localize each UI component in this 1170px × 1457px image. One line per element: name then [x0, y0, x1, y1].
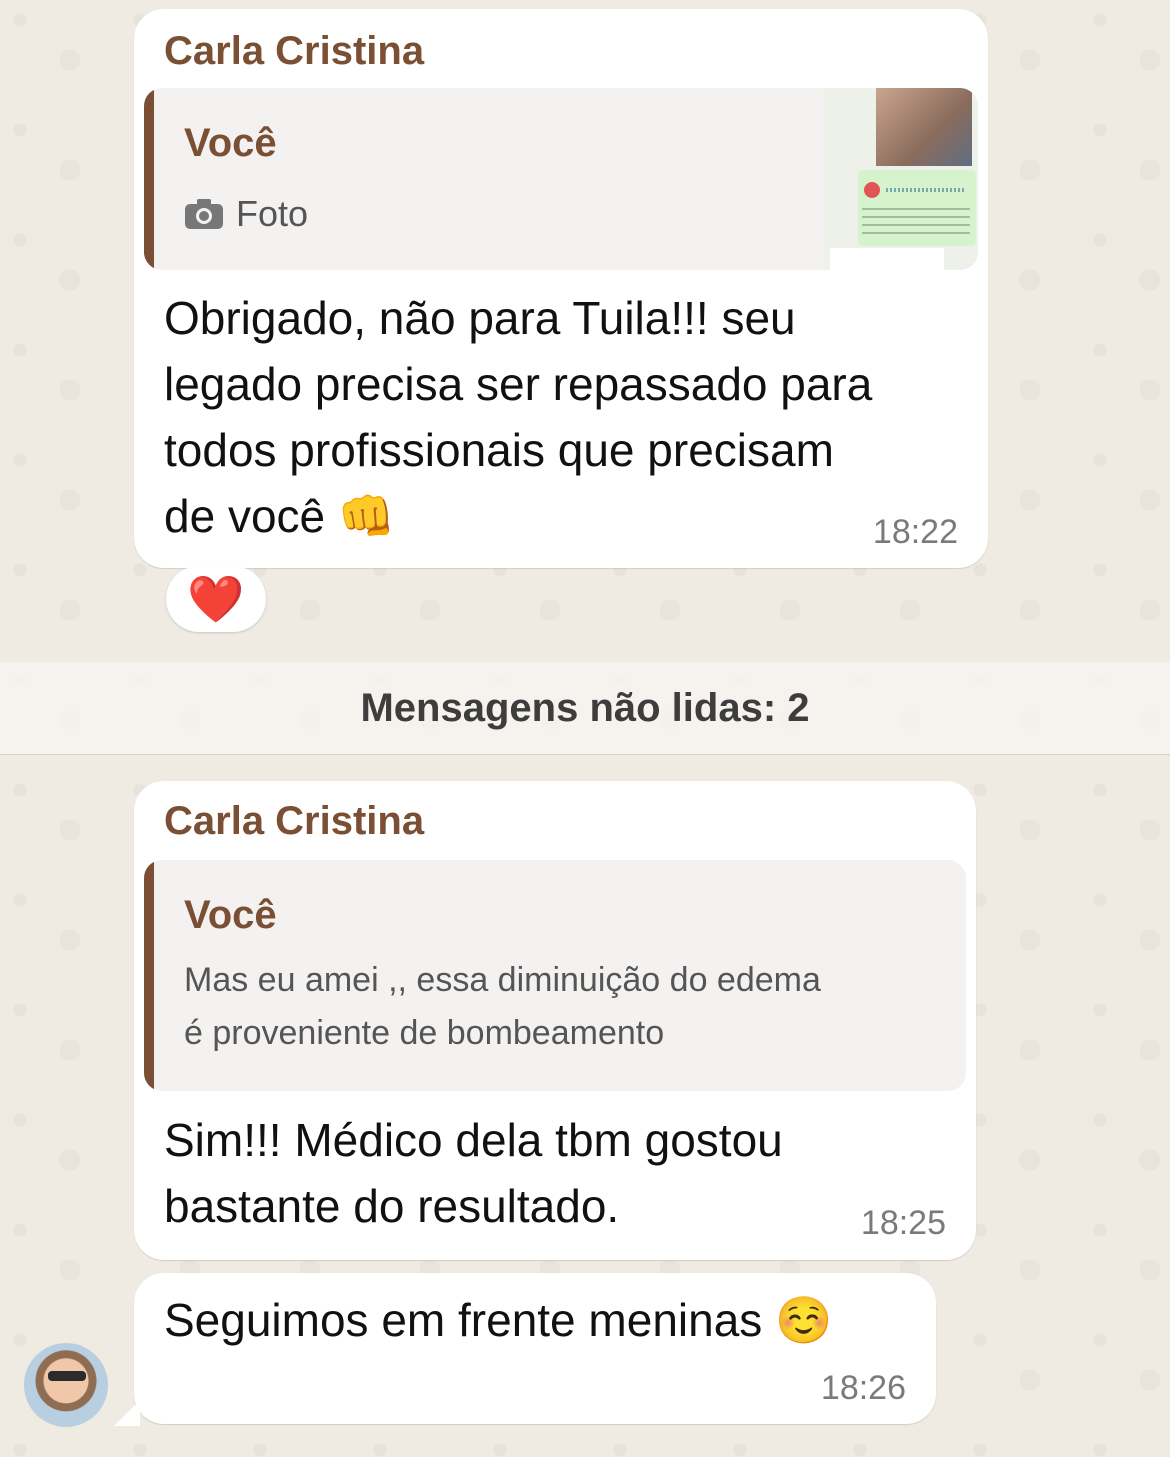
sender-name: Carla Cristina	[164, 799, 425, 843]
message-line: legado precisa ser repassado para	[164, 358, 873, 410]
photo-preview	[876, 88, 972, 166]
message-line: Obrigado, não para Tuila!!! seu	[164, 292, 796, 344]
message-bubble[interactable]: Seguimos em frente meninas ☺️ 18:26	[134, 1273, 936, 1424]
avatar-glasses	[48, 1371, 86, 1381]
quote-author: Você	[184, 121, 277, 165]
message-time: 18:22	[872, 513, 958, 551]
quote-media-type: Foto	[184, 192, 308, 236]
quote-media-label: Foto	[236, 193, 309, 234]
message-text: Obrigado, não para Tuila!!! seu legado p…	[164, 285, 872, 549]
preview-text	[862, 208, 970, 238]
quote-author: Você	[184, 893, 277, 937]
message-line: Sim!!! Médico dela tbm gostou	[164, 1114, 783, 1166]
quoted-photo-thumbnail	[824, 88, 978, 270]
quote-line: Mas eu amei ,, essa diminuição do edema	[184, 961, 821, 999]
waveform	[886, 188, 966, 192]
message-bubble[interactable]: Carla Cristina Você Mas eu amei ,, essa …	[134, 781, 976, 1260]
quote-text: Mas eu amei ,, essa diminuição do edema …	[184, 954, 938, 1060]
quoted-message[interactable]: Você Foto	[144, 88, 978, 270]
message-text: Sim!!! Médico dela tbm gostou bastante d…	[164, 1107, 783, 1239]
bubble-tail	[114, 1400, 140, 1426]
message-line: bastante do resultado.	[164, 1180, 620, 1232]
reaction-heart[interactable]: ❤️	[166, 566, 266, 632]
message-line: Seguimos em frente meninas ☺️	[164, 1294, 833, 1346]
message-bubble[interactable]: Carla Cristina Você Foto Obrigado, não p…	[134, 9, 988, 568]
quote-bar	[144, 860, 154, 1091]
preview-reply	[830, 248, 944, 270]
microphone-icon	[864, 182, 880, 198]
unread-divider: Mensagens não lidas: 2	[0, 662, 1170, 755]
camera-icon	[184, 198, 224, 230]
message-text: Seguimos em frente meninas ☺️	[164, 1287, 832, 1353]
message-line: de você 👊	[164, 490, 396, 542]
message-time: 18:26	[820, 1369, 906, 1407]
unread-divider-label: Mensagens não lidas: 2	[360, 686, 810, 730]
quote-line: é proveniente de bombeamento	[184, 1014, 665, 1052]
quote-bar	[144, 88, 154, 270]
avatar[interactable]	[24, 1343, 108, 1427]
message-line: todos profissionais que precisam	[164, 424, 834, 476]
message-time: 18:25	[860, 1204, 946, 1242]
sender-name: Carla Cristina	[164, 29, 425, 73]
quoted-message[interactable]: Você Mas eu amei ,, essa diminuição do e…	[144, 860, 966, 1091]
